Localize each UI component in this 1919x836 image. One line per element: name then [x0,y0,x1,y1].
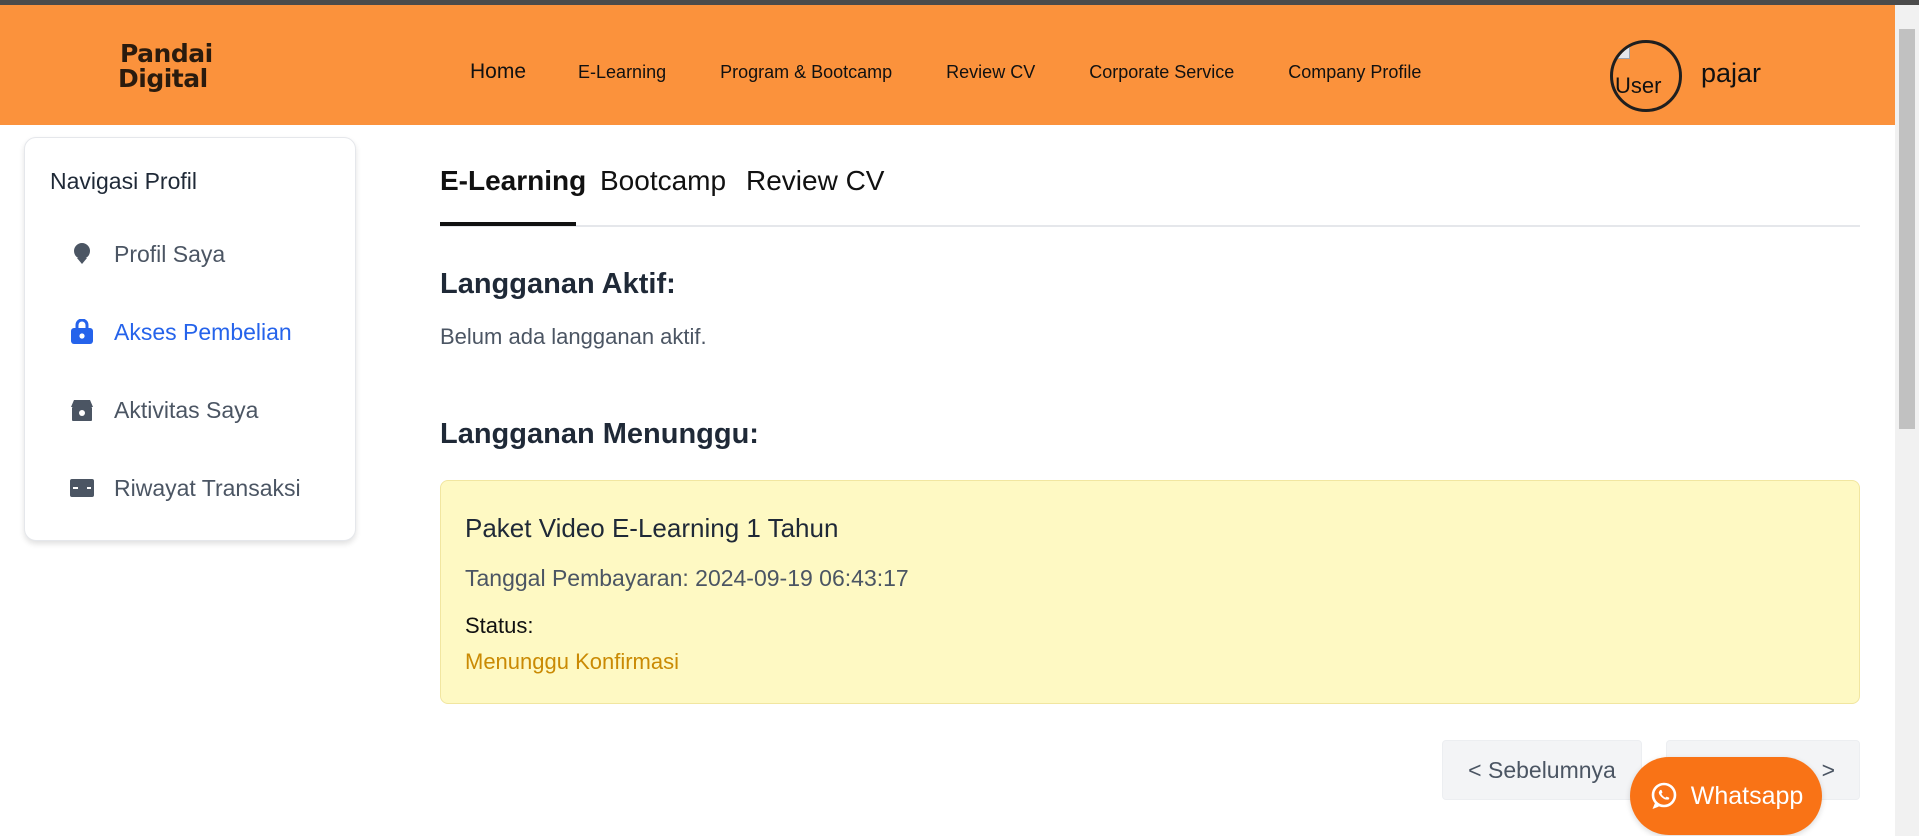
lock-icon [69,319,95,345]
sidebar-item-label: Profil Saya [114,240,226,267]
sidebar-item-label: Akses Pembelian [114,318,292,345]
avatar-alt-text: User [1615,73,1662,98]
nav-program-bootcamp[interactable]: Program & Bootcamp [720,62,892,83]
broken-image-icon [1616,45,1630,59]
status-label: Status: [465,613,534,638]
brand-logo[interactable]: Pandai Digital [118,41,218,97]
site-header: Pandai Digital Home E-Learning Program &… [0,5,1895,125]
whatsapp-label: Whatsapp [1690,781,1804,810]
main-nav: Home E-Learning Program & Bootcamp Revie… [470,57,1475,87]
logo-line-1: Pandai [120,39,213,68]
status-badge: Menunggu Konfirmasi [465,649,680,674]
nav-company-profile[interactable]: Company Profile [1288,62,1421,83]
sidebar-item-label: Aktivitas Saya [114,396,259,423]
active-subscriptions-heading: Langganan Aktif: [440,268,676,300]
sidebar-item-akses-pembelian[interactable]: Akses Pembelian [69,312,292,352]
page-scrollbar[interactable] [1895,5,1919,836]
nav-e-learning[interactable]: E-Learning [578,62,666,83]
whatsapp-icon [1649,781,1679,811]
username[interactable]: pajar [1701,58,1761,89]
tab-e-learning[interactable]: E-Learning [440,165,586,197]
whatsapp-button[interactable]: Whatsapp [1630,757,1822,835]
pending-subscription-card: Paket Video E-Learning 1 Tahun Tanggal P… [440,480,1860,704]
pending-subscriptions-heading: Langganan Menunggu: [440,418,759,450]
sidebar-item-riwayat-transaksi[interactable]: Riwayat Transaksi [69,468,301,508]
sidebar-title: Navigasi Profil [50,168,197,194]
product-tabs: E-Learning Bootcamp Review CV [440,160,1860,227]
active-subscriptions-empty: Belum ada langganan aktif. [440,324,707,349]
previous-page-button[interactable]: < Sebelumnya [1442,740,1642,800]
package-title: Paket Video E-Learning 1 Tahun [465,513,839,543]
sidebar-item-label: Riwayat Transaksi [114,474,301,501]
nav-review-cv[interactable]: Review CV [946,62,1035,83]
avatar[interactable]: User [1610,40,1682,112]
sidebar-item-profil-saya[interactable]: Profil Saya [69,234,225,274]
logo-line-2: Digital [118,64,208,93]
scrollbar-thumb[interactable] [1899,29,1915,429]
profile-sidebar: Navigasi Profil Profil Saya Akses Pembel… [24,137,356,541]
sidebar-item-aktivitas-saya[interactable]: Aktivitas Saya [69,390,258,430]
tab-review-cv[interactable]: Review CV [746,165,884,197]
nav-corporate-service[interactable]: Corporate Service [1089,62,1234,83]
payment-date: Tanggal Pembayaran: 2024-09-19 06:43:17 [465,565,909,591]
tab-bootcamp[interactable]: Bootcamp [600,165,726,197]
credit-card-icon [69,475,95,501]
store-icon [69,397,95,423]
nav-home[interactable]: Home [470,60,526,84]
user-icon [69,241,95,267]
active-tab-indicator [440,222,576,226]
